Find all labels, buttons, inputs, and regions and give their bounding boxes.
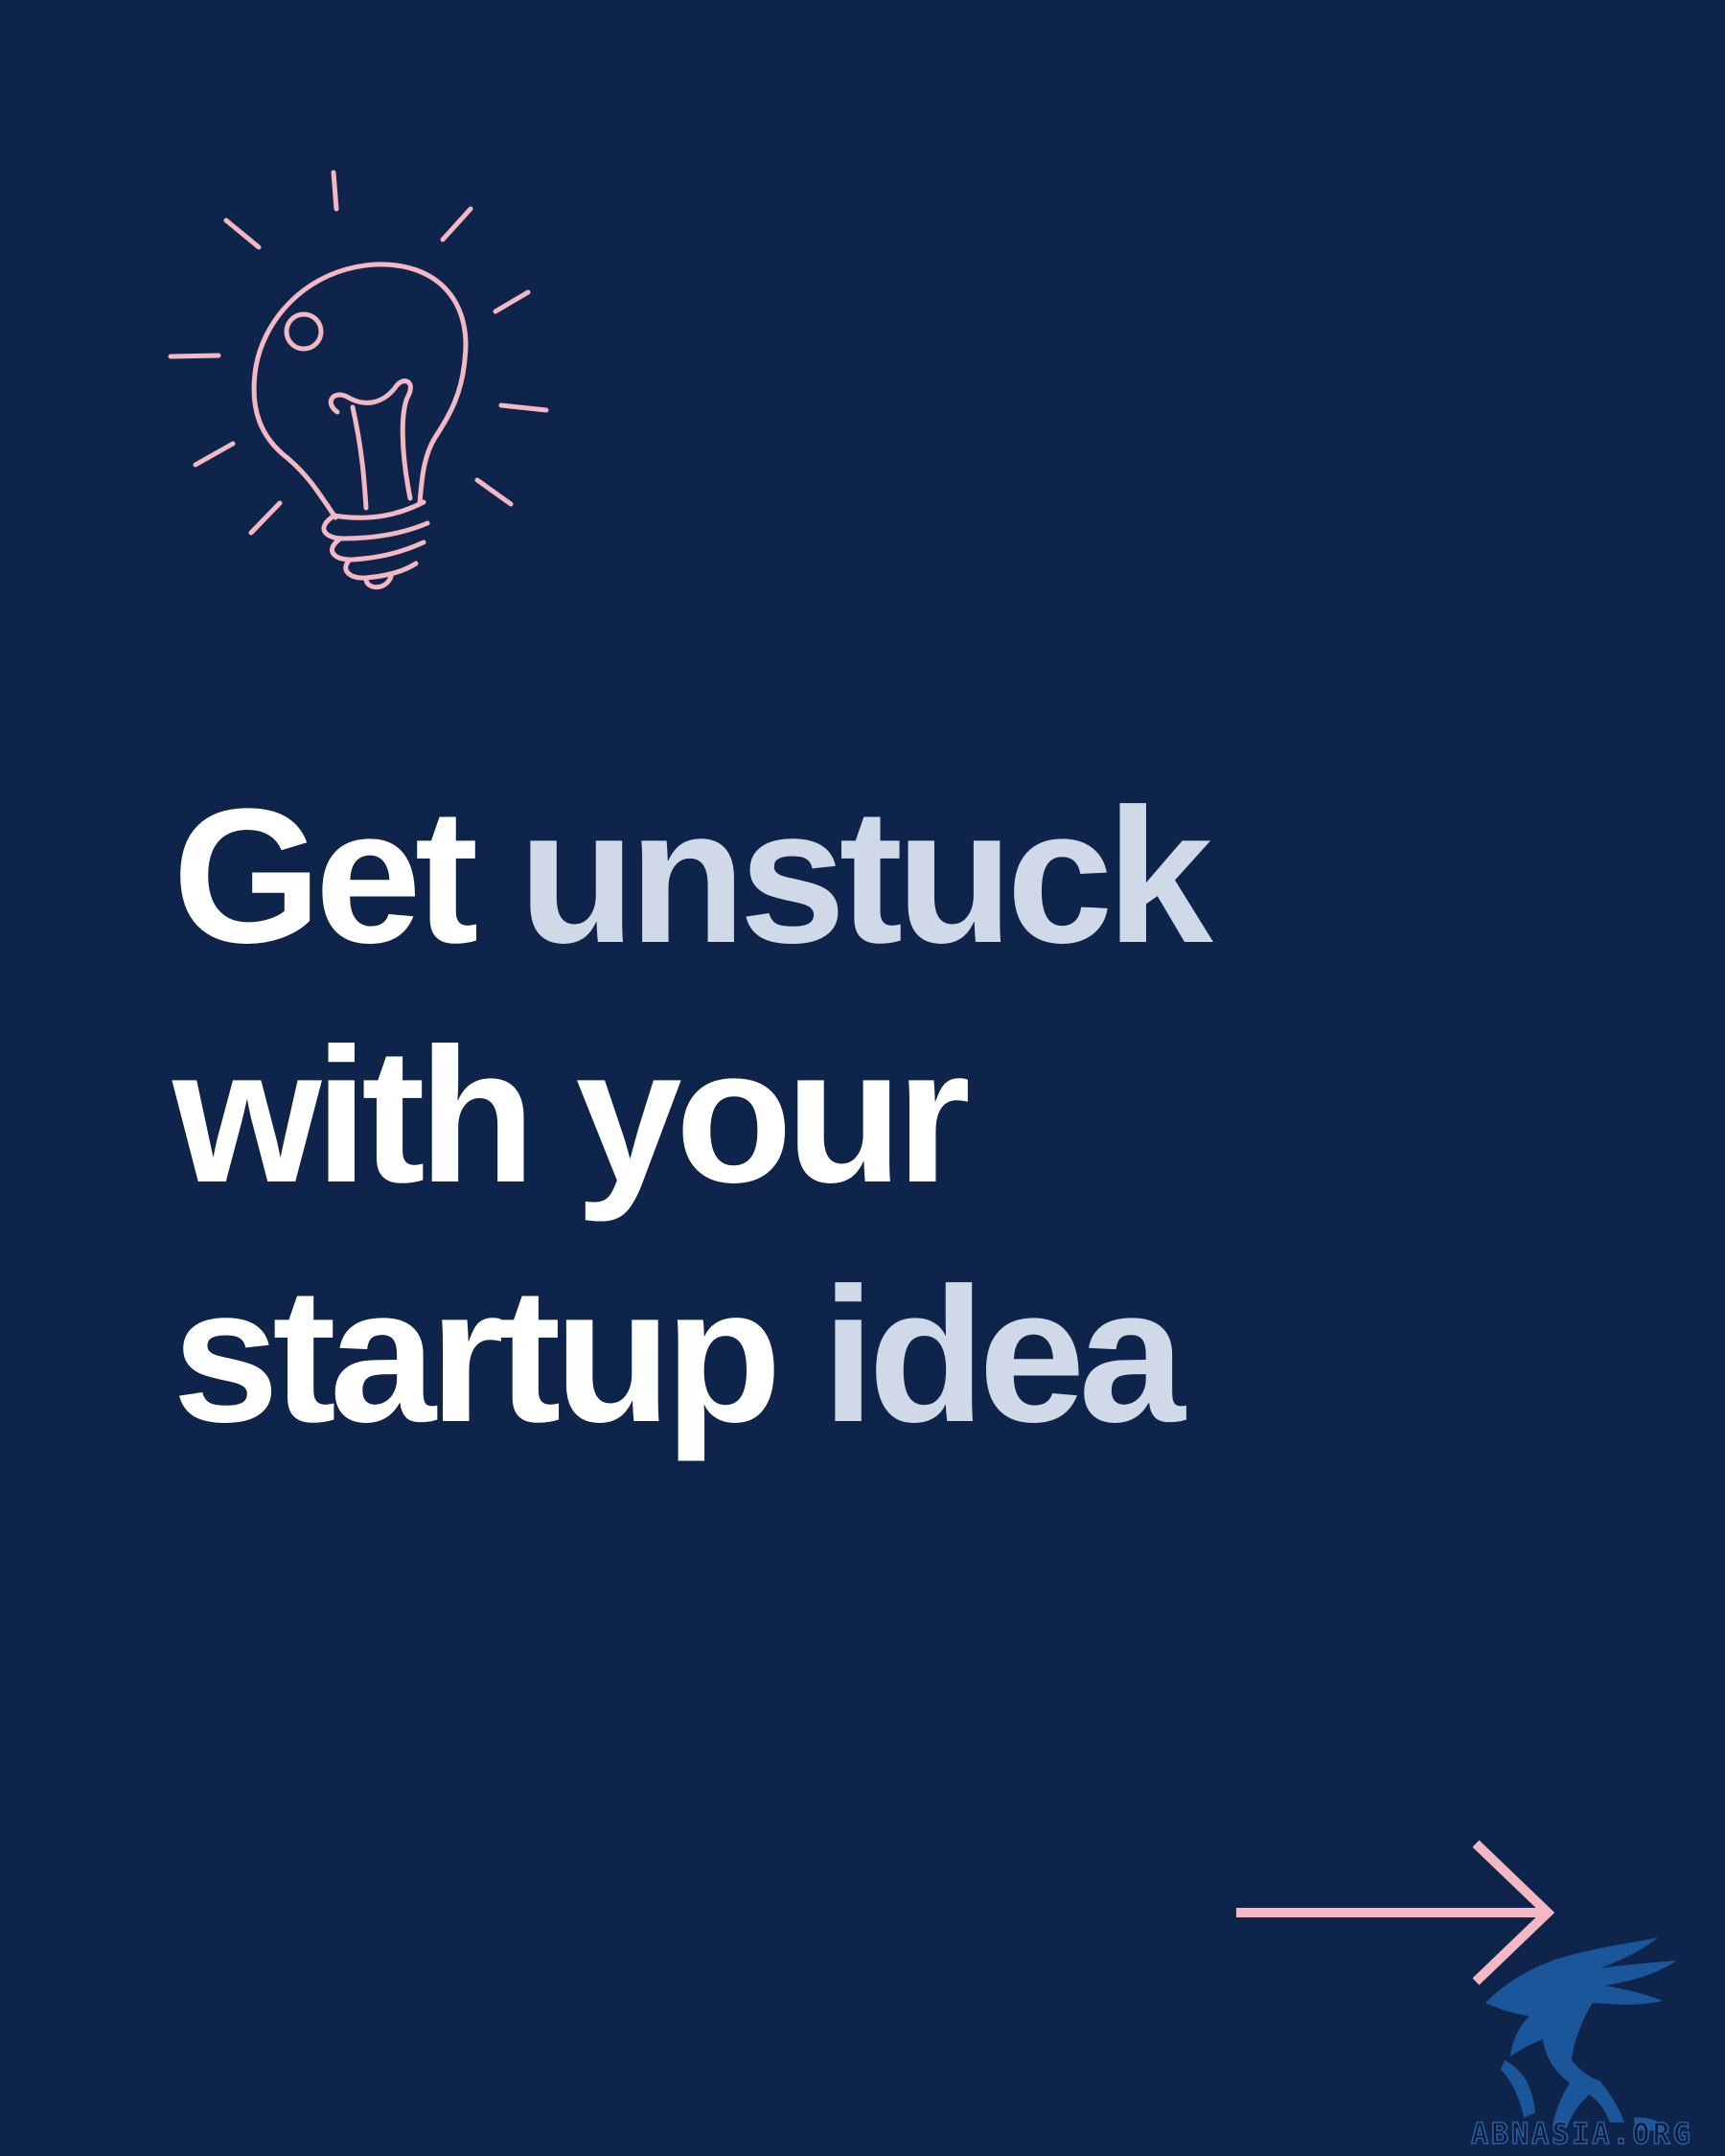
headline: Get unstuck with your startup idea — [172, 757, 1213, 1476]
arrow-right-icon[interactable] — [1231, 1840, 1557, 1993]
headline-word-unstuck: unstuck — [518, 769, 1213, 983]
headline-word-get: Get — [172, 769, 478, 983]
headline-words-with-your: with your — [172, 1009, 971, 1223]
lightbulb-icon — [168, 170, 549, 590]
headline-word-idea: idea — [821, 1249, 1184, 1462]
headline-word-startup: startup — [172, 1249, 782, 1462]
headline-line-1: Get unstuck — [172, 757, 1213, 997]
headline-line-3: startup idea — [172, 1236, 1207, 1476]
watermark-text: ABNASIA.ORG — [1470, 2117, 1693, 2152]
headline-line-2: with your — [172, 997, 1207, 1236]
